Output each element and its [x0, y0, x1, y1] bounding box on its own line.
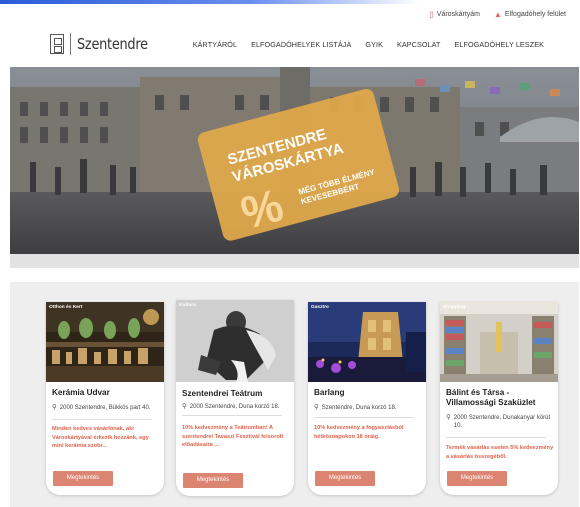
card-photo: Otthon és Kert [46, 302, 164, 382]
hero-gap [10, 254, 579, 268]
logo-divider [70, 33, 71, 55]
card-view-button[interactable]: Megtekintés [183, 473, 243, 488]
card-title: Bálint és Társa - Villamossági Szaküzlet [446, 388, 536, 407]
card-address-text: 2000 Szentendre, Duna korzó 18. [189, 404, 280, 410]
utility-link-elfogadohely[interactable]: ▲ Elfogadóhely felület [494, 10, 566, 19]
card-photo: Kultúra [176, 300, 294, 382]
hero-banner: SZENTENDRE VÁROSKÁRTYA % MÉG TÖBB ÉLMÉNY… [10, 67, 579, 254]
utility-label: Városkártyám [436, 11, 480, 18]
card-view-button[interactable]: Megtekintés [53, 471, 113, 486]
card-description: Minden kedves vásárlónak, aki Városkárty… [52, 426, 149, 450]
card-address: ⚲ 2000 Szentendre, Bükkös part 40. [52, 404, 160, 412]
card-divider [314, 417, 414, 418]
card-divider [52, 419, 152, 420]
card-photo: Gasztro [308, 302, 426, 382]
card-address-text: 2000 Szentendre, Bükkös part 40. [59, 405, 151, 411]
card-category: Gasztro [311, 305, 329, 310]
card-title: Szentendrei Teátrum [182, 389, 263, 398]
top-link-underline [0, 0, 420, 4]
chart-icon: ▲ [493, 10, 502, 19]
card-category: Shopping [443, 305, 466, 310]
card-address: ⚲ Szentendre, Duna korzó 18. [314, 404, 422, 412]
nav-item-kartyarol[interactable]: KÁRTYÁRÓL [193, 40, 237, 49]
logo-emblem-icon [50, 34, 64, 54]
map-pin-icon: ⚲ [52, 404, 57, 411]
card-view-button[interactable]: Megtekintés [447, 471, 507, 486]
card-address-text: 2000 Szentendre, Dunakanyar körút 10. [453, 415, 551, 429]
card-description: 10% kedvezmény a fogyasztásból hétköznap… [314, 425, 404, 440]
card-photo: Shopping [440, 302, 558, 382]
card-description: 10% kedvezmény a Teátrumban! A szentendr… [182, 425, 284, 449]
card-view-button[interactable]: Megtekintés [315, 471, 375, 486]
card-category: Otthon és Kert [49, 305, 83, 310]
logo-text: Szentendre [77, 35, 148, 53]
main-nav: KÁRTYÁRÓL ELFOGADÓHELYEK LISTÁJA GYIK KA… [193, 40, 544, 49]
partner-card-balint-es-tarsa[interactable]: Shopping Bálint és Társa - Villamossági … [440, 302, 558, 495]
card-divider [446, 437, 546, 438]
pottery-photo [46, 302, 164, 382]
site-header: Szentendre KÁRTYÁRÓL ELFOGADÓHELYEK LIST… [0, 30, 580, 60]
top-strip [0, 0, 580, 6]
site-logo[interactable]: Szentendre [50, 33, 159, 55]
card-description: Termék vásárlás esetén 5% kedvezmény a v… [446, 445, 554, 460]
partner-card-keramia-udvar[interactable]: Otthon és Kert Kerámia Udvar ⚲ 2000 Szen… [46, 302, 164, 495]
partner-card-szentendrei-teatrum[interactable]: Kultúra Szentendrei Teátrum ⚲ 2000 Szent… [176, 300, 294, 496]
theatre-photo [176, 300, 294, 382]
partner-card-barlang[interactable]: Gasztro Barlang ⚲ Szentendre, Duna korzó… [308, 302, 426, 495]
bar-photo [308, 302, 426, 382]
cards-section: Otthon és Kert Kerámia Udvar ⚲ 2000 Szen… [10, 282, 579, 507]
nav-item-kapcsolat[interactable]: KAPCSOLAT [397, 40, 441, 49]
utility-bar: ▯ Városkártyám ▲ Elfogadóhely felület [429, 10, 566, 19]
card-title: Barlang [314, 388, 345, 397]
map-pin-icon: ⚲ [182, 403, 187, 410]
map-pin-icon: ⚲ [446, 414, 451, 421]
utility-label: Elfogadóhely felület [504, 11, 566, 18]
card-address: ⚲ 2000 Szentendre, Duna korzó 18. [182, 403, 290, 411]
hero-photo: SZENTENDRE VÁROSKÁRTYA % MÉG TÖBB ÉLMÉNY… [10, 67, 579, 254]
card-address: ⚲ 2000 Szentendre, Dunakanyar körút 10. [446, 414, 554, 430]
card-icon: ▯ [429, 10, 434, 19]
card-category: Kultúra [179, 303, 196, 308]
store-photo [440, 302, 558, 382]
card-title: Kerámia Udvar [52, 388, 110, 397]
card-address-text: Szentendre, Duna korzó 18. [321, 405, 397, 411]
utility-link-varoskartyam[interactable]: ▯ Városkártyám [429, 10, 480, 19]
nav-item-gyik[interactable]: GYIK [365, 40, 383, 49]
map-pin-icon: ⚲ [314, 404, 319, 411]
card-divider [182, 415, 282, 416]
nav-item-elfogadohelyek[interactable]: ELFOGADÓHELYEK LISTÁJA [251, 40, 351, 49]
nav-item-elfogadohely-leszek[interactable]: ELFOGADÓHELY LESZEK [454, 40, 544, 49]
